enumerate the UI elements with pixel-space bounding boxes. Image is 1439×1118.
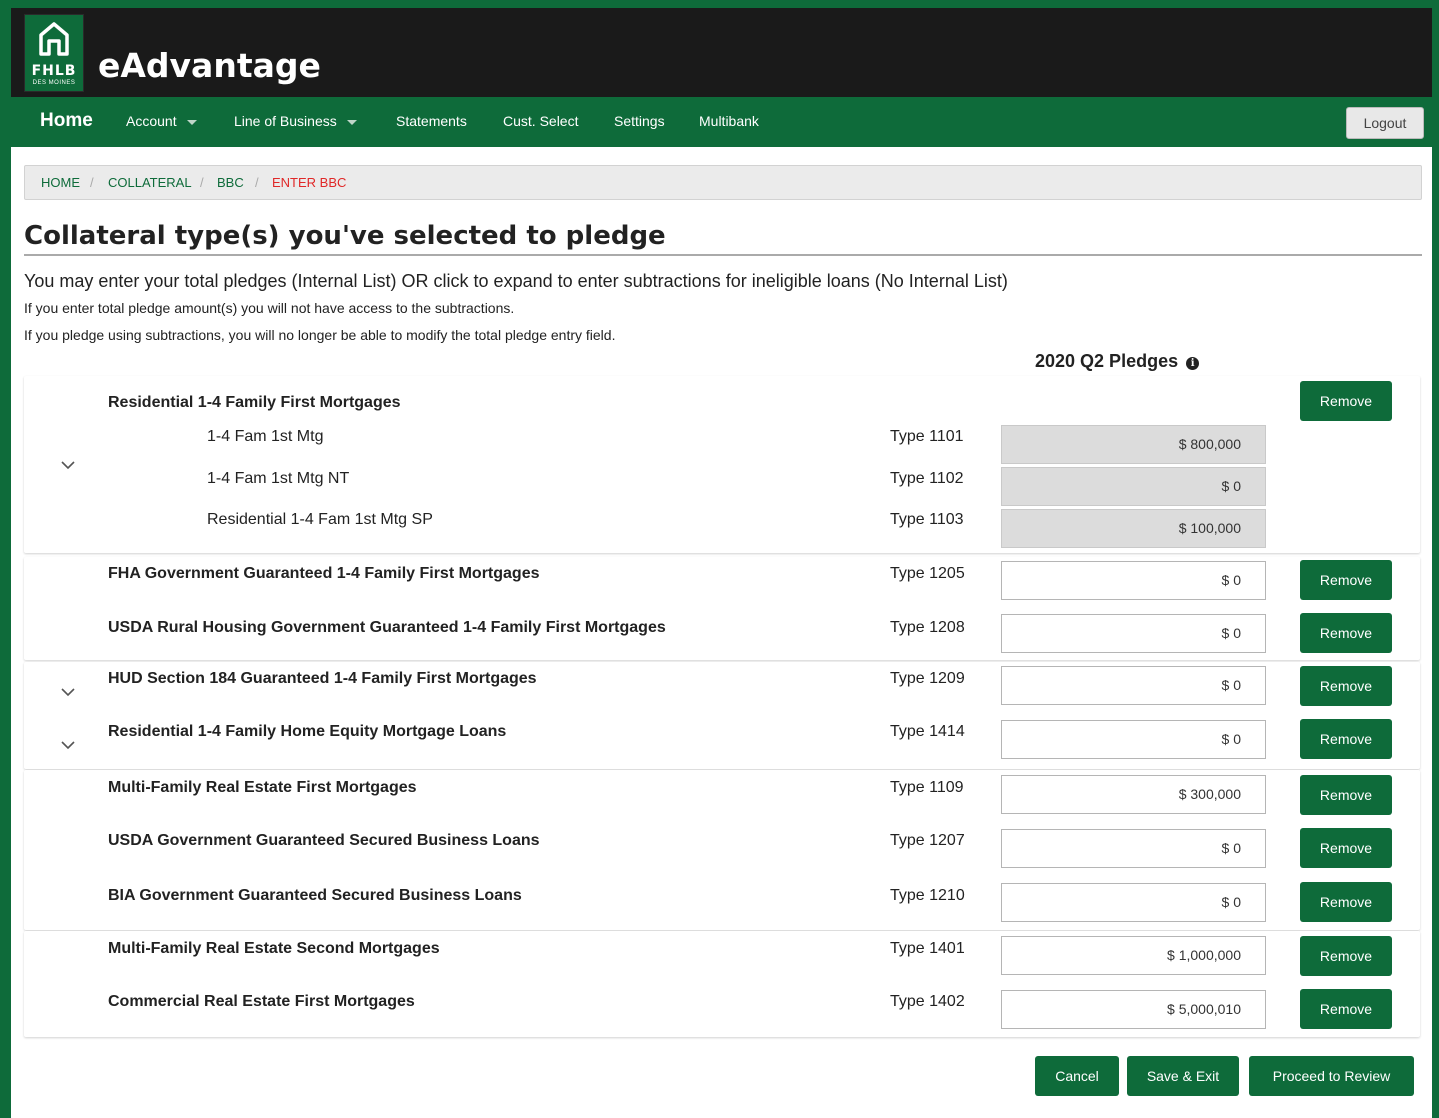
breadcrumb-collateral[interactable]: COLLATERAL: [108, 166, 192, 199]
house-icon: [39, 22, 69, 56]
collateral-title: BIA Government Guaranteed Secured Busine…: [108, 887, 522, 904]
collateral-type: Type 1103: [890, 511, 964, 528]
note-subtractions: If you pledge using subtractions, you wi…: [24, 327, 616, 343]
logout-button[interactable]: Logout: [1346, 107, 1424, 139]
pledge-amount-input[interactable]: $ 300,000: [1001, 775, 1266, 814]
pledge-amount-input[interactable]: $ 0: [1001, 561, 1266, 600]
nav-line-of-business-label: Line of Business: [234, 113, 337, 129]
breadcrumb-bbc[interactable]: BBC: [217, 166, 244, 199]
chevron-down-icon[interactable]: [61, 461, 75, 470]
remove-button[interactable]: Remove: [1300, 381, 1392, 421]
app-header: FHLB DES MOINES eAdvantage: [11, 8, 1432, 97]
collateral-title: Residential 1-4 Family First Mortgages: [108, 394, 401, 411]
collateral-title: USDA Government Guaranteed Secured Busin…: [108, 832, 540, 849]
collateral-title: HUD Section 184 Guaranteed 1-4 Family Fi…: [108, 670, 537, 687]
collateral-type: Type 1207: [890, 832, 965, 849]
pledge-amount-input[interactable]: $ 0: [1001, 614, 1266, 653]
breadcrumb-enter-bbc: ENTER BBC: [272, 175, 347, 190]
note-total-pledge: If you enter total pledge amount(s) you …: [24, 300, 515, 316]
collateral-title: Commercial Real Estate First Mortgages: [108, 993, 415, 1010]
sub-collateral-name: 1-4 Fam 1st Mtg NT: [207, 470, 350, 487]
remove-button[interactable]: Remove: [1300, 775, 1392, 815]
app-frame: FHLB DES MOINES eAdvantage Home Account …: [11, 8, 1432, 1118]
collateral-title: Multi-Family Real Estate First Mortgages: [108, 779, 417, 796]
title-divider: [24, 254, 1422, 256]
remove-button[interactable]: Remove: [1300, 882, 1392, 922]
nav-account[interactable]: Account: [126, 97, 197, 147]
pledge-amount-readonly: $ 100,000: [1001, 509, 1266, 548]
nav-line-of-business[interactable]: Line of Business: [234, 97, 357, 147]
cancel-button[interactable]: Cancel: [1035, 1056, 1119, 1096]
nav-cust-select[interactable]: Cust. Select: [503, 97, 578, 147]
collateral-type: Type 1205: [890, 565, 965, 582]
pledge-amount-readonly: $ 800,000: [1001, 425, 1266, 464]
pledges-column-header: 2020 Q2 Pledges i: [1035, 351, 1200, 372]
logo-subtext: DES MOINES: [32, 80, 76, 86]
collateral-group: FHA Government Guaranteed 1-4 Family Fir…: [24, 557, 1420, 660]
collateral-title: FHA Government Guaranteed 1-4 Family Fir…: [108, 565, 540, 582]
breadcrumb-home[interactable]: HOME: [41, 166, 80, 199]
nav-statements[interactable]: Statements: [396, 97, 467, 147]
breadcrumb-separator: /: [200, 175, 204, 190]
chevron-down-icon[interactable]: [61, 741, 75, 750]
collateral-group: Multi-Family Real Estate Second Mortgage…: [24, 931, 1420, 1037]
collateral-group: Multi-Family Real Estate First Mortgages…: [24, 770, 1420, 930]
fhlb-logo[interactable]: FHLB DES MOINES: [24, 14, 84, 92]
collateral-group-residential: Residential 1-4 Family First Mortgages R…: [24, 376, 1420, 553]
nav-settings[interactable]: Settings: [614, 97, 665, 147]
sub-collateral-name: 1-4 Fam 1st Mtg: [207, 428, 324, 445]
breadcrumb-separator: /: [255, 175, 259, 190]
collateral-type: Type 1101: [890, 428, 964, 445]
pledge-amount-input[interactable]: $ 0: [1001, 829, 1266, 868]
breadcrumb-separator: /: [90, 175, 94, 190]
sub-collateral-name: Residential 1-4 Fam 1st Mtg SP: [207, 511, 433, 528]
save-exit-button[interactable]: Save & Exit: [1127, 1056, 1239, 1096]
breadcrumb: HOME / COLLATERAL / BBC / ENTER BBC: [24, 165, 1422, 200]
chevron-down-icon[interactable]: [61, 688, 75, 697]
remove-button[interactable]: Remove: [1300, 666, 1392, 706]
logo-text: FHLB: [31, 63, 77, 79]
proceed-to-review-button[interactable]: Proceed to Review: [1249, 1056, 1414, 1096]
pledge-amount-input[interactable]: $ 5,000,010: [1001, 990, 1266, 1029]
remove-button[interactable]: Remove: [1300, 989, 1392, 1029]
remove-button[interactable]: Remove: [1300, 828, 1392, 868]
caret-down-icon: [186, 119, 197, 125]
pledge-amount-readonly: $ 0: [1001, 467, 1266, 506]
nav-multibank[interactable]: Multibank: [699, 97, 759, 147]
pledges-column-label: 2020 Q2 Pledges: [1035, 351, 1179, 371]
collateral-title: USDA Rural Housing Government Guaranteed…: [108, 619, 666, 636]
collateral-type: Type 1209: [890, 670, 965, 687]
collateral-title: Multi-Family Real Estate Second Mortgage…: [108, 940, 440, 957]
remove-button[interactable]: Remove: [1300, 613, 1392, 653]
collateral-group: HUD Section 184 Guaranteed 1-4 Family Fi…: [24, 662, 1420, 769]
pledge-amount-input[interactable]: $ 1,000,000: [1001, 936, 1266, 975]
collateral-type: Type 1414: [890, 723, 965, 740]
remove-button[interactable]: Remove: [1300, 936, 1392, 976]
nav-home[interactable]: Home: [40, 97, 93, 147]
intro-text: You may enter your total pledges (Intern…: [24, 271, 1008, 291]
collateral-type: Type 1402: [890, 993, 965, 1010]
collateral-type: Type 1109: [890, 779, 964, 796]
collateral-type: Type 1210: [890, 887, 965, 904]
pledge-amount-input[interactable]: $ 0: [1001, 666, 1266, 705]
caret-down-icon: [346, 119, 357, 125]
nav-account-label: Account: [126, 113, 177, 129]
app-title: eAdvantage: [98, 46, 321, 85]
main-nav: Home Account Line of Business Statements…: [11, 97, 1432, 147]
collateral-type: Type 1102: [890, 470, 964, 487]
collateral-type: Type 1208: [890, 619, 965, 636]
collateral-type: Type 1401: [890, 940, 965, 957]
pledge-amount-input[interactable]: $ 0: [1001, 883, 1266, 922]
pledge-amount-input[interactable]: $ 0: [1001, 720, 1266, 759]
remove-button[interactable]: Remove: [1300, 560, 1392, 600]
remove-button[interactable]: Remove: [1300, 719, 1392, 759]
page-title: Collateral type(s) you've selected to pl…: [24, 221, 666, 251]
info-icon[interactable]: i: [1186, 357, 1200, 370]
collateral-title: Residential 1-4 Family Home Equity Mortg…: [108, 723, 507, 740]
